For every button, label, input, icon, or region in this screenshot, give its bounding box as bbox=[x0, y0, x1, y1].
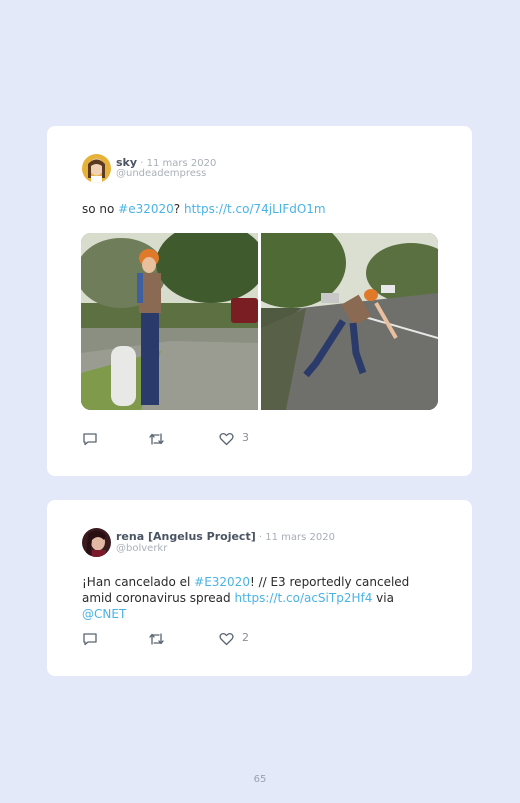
hashtag-link[interactable]: #e32020 bbox=[118, 202, 174, 216]
tweet-date[interactable]: 11 mars 2020 bbox=[265, 532, 335, 543]
heart-icon[interactable] bbox=[219, 432, 234, 446]
tweet-actions: 3 bbox=[82, 431, 282, 448]
page-number: 65 bbox=[253, 774, 267, 785]
reply-icon[interactable] bbox=[82, 632, 98, 646]
mention-link[interactable]: @CNET bbox=[82, 607, 126, 621]
tweet-card: rena [Angelus Project] · 11 mars 2020 @b… bbox=[47, 500, 472, 676]
url-link[interactable]: https://t.co/acSiTp2Hf4 bbox=[234, 591, 372, 605]
reply-icon[interactable] bbox=[82, 432, 98, 446]
media-image-left[interactable] bbox=[81, 233, 258, 410]
url-link[interactable]: https://t.co/74jLIFdO1m bbox=[184, 202, 326, 216]
media-image-right[interactable] bbox=[261, 233, 438, 410]
avatar[interactable] bbox=[82, 154, 111, 183]
like-count: 3 bbox=[242, 431, 249, 444]
author-name[interactable]: rena [Angelus Project] bbox=[116, 530, 256, 543]
hashtag-link[interactable]: #E32020 bbox=[194, 575, 250, 589]
tweet-actions: 2 bbox=[82, 631, 282, 648]
tweet-header: rena [Angelus Project] · 11 mars 2020 bbox=[116, 530, 335, 543]
heart-icon[interactable] bbox=[219, 632, 234, 646]
tweet-media[interactable] bbox=[81, 233, 438, 410]
separator: · bbox=[255, 532, 266, 543]
retweet-icon[interactable] bbox=[148, 432, 165, 446]
tweet-text: ¡Han cancelado el #E32020! // E3 reporte… bbox=[82, 575, 410, 621]
author-handle: @undeadempress bbox=[116, 168, 207, 179]
like-count: 2 bbox=[242, 631, 249, 644]
author-handle: @bolverkr bbox=[116, 543, 168, 554]
avatar[interactable] bbox=[82, 528, 111, 557]
tweet-text: so no #e32020? https://t.co/74jLIFdO1m bbox=[82, 202, 326, 216]
tweet-card: sky · 11 mars 2020 @undeadempress so no … bbox=[47, 126, 472, 476]
retweet-icon[interactable] bbox=[148, 632, 165, 646]
